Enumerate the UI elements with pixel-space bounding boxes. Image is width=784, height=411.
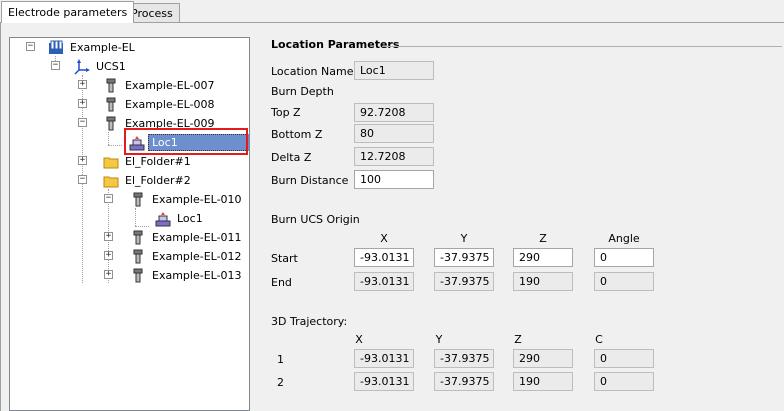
tree-item-ucs[interactable]: UCS1 xyxy=(74,57,129,76)
folder-icon xyxy=(103,157,119,168)
burn-depth-label: Burn Depth xyxy=(271,85,334,98)
tab-electrode-parameters[interactable]: Electrode parameters xyxy=(1,1,135,23)
start-x-input[interactable]: -93.0131 xyxy=(354,248,414,267)
delta-z-field: 12.7208 xyxy=(354,147,434,166)
tree-connector xyxy=(108,145,122,146)
location-icon xyxy=(155,211,171,226)
end-label: End xyxy=(271,276,292,289)
electrode-group-icon xyxy=(49,40,63,54)
tree-item-label: Example-EL-010 xyxy=(152,193,242,206)
trajectory-row-1-label: 1 xyxy=(277,353,284,366)
start-y-input[interactable]: -37.9375 xyxy=(434,248,494,267)
tree-item-electrode[interactable]: Example-EL-008 xyxy=(103,95,218,114)
tree-item-folder[interactable]: El_Folder#2 xyxy=(103,171,194,190)
tree-item-label: Example-EL xyxy=(70,41,135,54)
traj-2-y-field: -37.9375 xyxy=(434,372,494,391)
top-z-field: 92.7208 xyxy=(354,103,434,122)
traj-column-header-x: X xyxy=(355,333,363,346)
column-header-z: Z xyxy=(539,232,547,245)
expand-toggle[interactable]: + xyxy=(104,251,113,260)
bottom-z-label: Bottom Z xyxy=(271,128,323,141)
electrode-icon xyxy=(133,192,143,206)
traj-column-header-y: Y xyxy=(435,333,443,346)
highlight-box xyxy=(124,128,248,155)
tree-item-label: Example-EL-008 xyxy=(125,98,215,111)
tree-item-label: Example-EL-013 xyxy=(152,269,242,282)
column-header-angle: Angle xyxy=(608,232,640,245)
electrode-icon xyxy=(133,268,143,282)
tree-item-label: Example-EL-011 xyxy=(152,231,242,244)
traj-2-c-field: 0 xyxy=(594,372,654,391)
end-z-field: 190 xyxy=(513,272,573,291)
location-name-label: Location Name xyxy=(271,65,354,78)
electrode-icon xyxy=(106,97,116,111)
electrode-icon xyxy=(106,116,116,130)
tree-item-label: Example-EL-012 xyxy=(152,250,242,263)
collapse-toggle[interactable]: − xyxy=(78,118,87,127)
traj-1-y-field: -37.9375 xyxy=(434,349,494,368)
tree-item-electrode[interactable]: Example-EL-013 xyxy=(130,266,245,285)
tree-item-label: UCS1 xyxy=(96,60,126,73)
expand-toggle[interactable]: + xyxy=(78,99,87,108)
burn-ucs-origin-title: Burn UCS Origin xyxy=(271,213,360,226)
location-name-field: Loc1 xyxy=(354,61,434,80)
tree-item-root[interactable]: Example-EL xyxy=(48,38,138,57)
tab-bar: Electrode parameters Process xyxy=(0,0,784,23)
collapse-toggle[interactable]: − xyxy=(26,42,35,51)
top-z-label: Top Z xyxy=(271,106,301,119)
tree-item-label: Loc1 xyxy=(177,212,203,225)
tree-item-label: El_Folder#2 xyxy=(125,174,191,187)
expand-toggle[interactable]: + xyxy=(78,156,87,165)
tree-item-label: Example-EL-007 xyxy=(125,79,215,92)
traj-2-z-field: 190 xyxy=(513,372,573,391)
end-x-field: -93.0131 xyxy=(354,272,414,291)
collapse-toggle[interactable]: − xyxy=(104,194,113,203)
end-y-field: -37.9375 xyxy=(434,272,494,291)
tree-item-folder[interactable]: El_Folder#1 xyxy=(103,152,194,171)
tree-item-electrode[interactable]: Example-EL-010 xyxy=(130,190,245,209)
tree-item-electrode[interactable]: Example-EL-007 xyxy=(103,76,218,95)
burn-distance-input[interactable]: 100 xyxy=(354,170,434,189)
section-divider xyxy=(382,46,782,47)
traj-1-x-field: -93.0131 xyxy=(354,349,414,368)
start-label: Start xyxy=(271,252,298,265)
end-angle-field: 0 xyxy=(594,272,654,291)
trajectory-title: 3D Trajectory: xyxy=(271,315,348,328)
expand-toggle[interactable]: + xyxy=(104,270,113,279)
traj-1-z-field: 290 xyxy=(513,349,573,368)
delta-z-label: Delta Z xyxy=(271,151,312,164)
tree-item-location[interactable]: Loc1 xyxy=(155,209,206,228)
expand-toggle[interactable]: + xyxy=(78,80,87,89)
collapse-toggle[interactable]: − xyxy=(78,175,87,184)
expand-toggle[interactable]: + xyxy=(104,232,113,241)
start-z-input[interactable]: 290 xyxy=(513,248,573,267)
folder-icon xyxy=(103,176,119,187)
electrode-tree[interactable]: − Example-EL − UCS1 + Example-EL-007 + E… xyxy=(9,37,250,411)
traj-column-header-z: Z xyxy=(514,333,522,346)
tree-connector xyxy=(108,132,109,145)
electrode-icon xyxy=(133,230,143,244)
trajectory-row-2-label: 2 xyxy=(277,376,284,389)
column-header-x: X xyxy=(380,232,388,245)
electrode-icon xyxy=(106,78,116,92)
location-parameters-title: Location Parameters xyxy=(271,38,400,51)
traj-1-c-field: 0 xyxy=(594,349,654,368)
tree-item-electrode[interactable]: Example-EL-012 xyxy=(130,247,245,266)
tree-connector xyxy=(135,208,136,226)
bottom-z-field: 80 xyxy=(354,124,434,143)
tree-item-electrode[interactable]: Example-EL-011 xyxy=(130,228,245,247)
tree-connector xyxy=(135,226,149,227)
burn-distance-label: Burn Distance xyxy=(271,174,349,187)
column-header-y: Y xyxy=(460,232,468,245)
electrode-icon xyxy=(133,249,143,263)
start-angle-input[interactable]: 0 xyxy=(594,248,654,267)
tree-item-label: El_Folder#1 xyxy=(125,155,191,168)
traj-2-x-field: -93.0131 xyxy=(354,372,414,391)
ucs-axes-icon xyxy=(74,58,90,75)
traj-column-header-c: C xyxy=(595,333,603,346)
collapse-toggle[interactable]: − xyxy=(51,61,60,70)
